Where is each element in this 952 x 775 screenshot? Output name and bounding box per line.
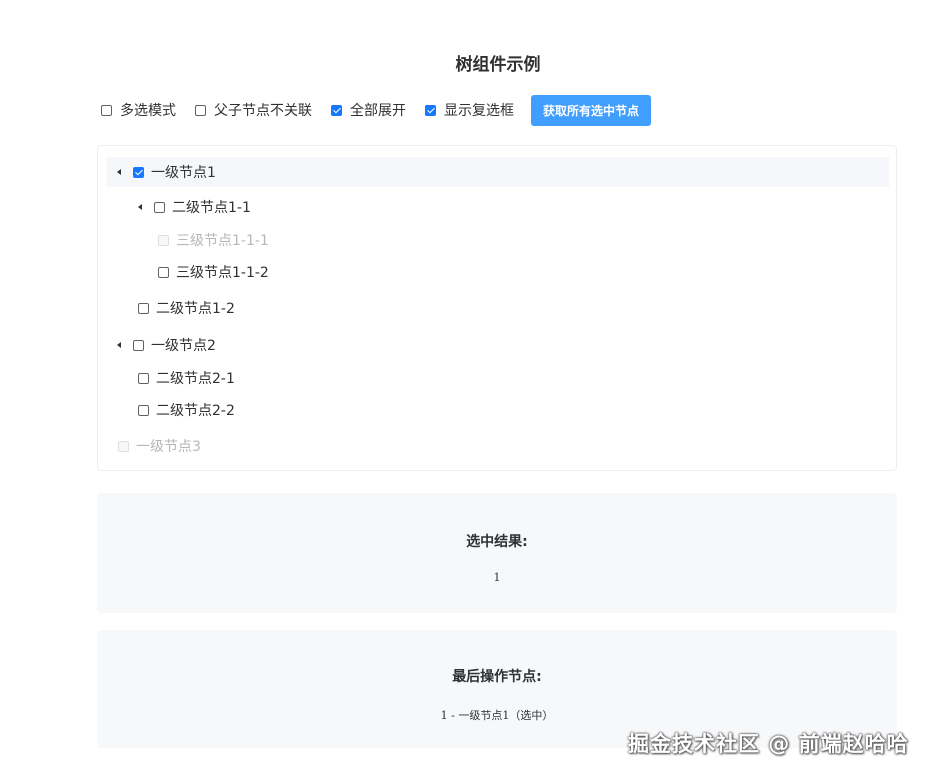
tree-node-label: 三级节点1-1-2 [176, 265, 269, 281]
show-checkbox-checkbox-box[interactable] [425, 104, 436, 116]
caret-expanded-icon[interactable] [138, 204, 142, 210]
tree-node-checkbox [158, 234, 169, 246]
tree-node-1-1-2[interactable]: 三级节点1-1-2 [107, 257, 889, 287]
last-operation-title: 最后操作节点: [452, 669, 542, 685]
expand-all-label: 全部展开 [350, 103, 406, 119]
tree-controls: 多选模式 父子节点不关联 全部展开 显示复选框 获取所有选中节点 [101, 94, 652, 126]
multi-select-checkbox-box[interactable] [101, 104, 112, 116]
tree-node-checkbox[interactable] [133, 166, 144, 178]
tree-node-checkbox[interactable] [154, 201, 165, 213]
get-checked-nodes-button[interactable]: 获取所有选中节点 [531, 94, 652, 126]
multi-select-label: 多选模式 [120, 103, 176, 119]
tree-node-2-2[interactable]: 二级节点2-2 [107, 395, 889, 425]
expand-all-checkbox[interactable]: 全部展开 [331, 100, 406, 120]
tree-node-3: 一级节点3 [107, 431, 889, 461]
tree-node-checkbox[interactable] [138, 302, 149, 314]
selected-result-panel: 选中结果: 1 [97, 493, 897, 613]
tree-node-1-2[interactable]: 二级节点1-2 [107, 293, 889, 323]
caret-expanded-icon[interactable] [117, 342, 121, 348]
show-checkbox-checkbox[interactable]: 显示复选框 [425, 100, 514, 120]
tree-node-checkbox[interactable] [138, 404, 149, 416]
tree-node-2[interactable]: 一级节点2 [107, 330, 889, 360]
tree-node-label: 一级节点2 [151, 338, 216, 354]
tree-node-2-1[interactable]: 二级节点2-1 [107, 363, 889, 393]
tree-node-label: 一级节点1 [151, 165, 216, 181]
tree-node-label: 二级节点1-2 [156, 301, 235, 317]
tree-panel: 一级节点1 二级节点1-1 三级节点1-1-1 三级节点1-1-2 二级节点1-… [97, 145, 897, 471]
selected-result-title: 选中结果: [466, 534, 528, 550]
tree-node-label: 二级节点2-1 [156, 371, 235, 387]
tree-node-checkbox [118, 440, 129, 452]
check-strictly-checkbox[interactable]: 父子节点不关联 [195, 100, 312, 120]
tree-node-checkbox[interactable] [133, 339, 144, 351]
selected-result-value: 1 [493, 571, 501, 584]
show-checkbox-label: 显示复选框 [444, 103, 514, 119]
last-operation-value: 1 - 一级节点1（选中） [440, 709, 554, 722]
multi-select-checkbox[interactable]: 多选模式 [101, 100, 176, 120]
tree-node-1-1-1: 三级节点1-1-1 [107, 225, 889, 255]
page-title: 树组件示例 [455, 55, 541, 75]
tree-node-1[interactable]: 一级节点1 [107, 157, 889, 187]
watermark: 掘金技术社区 @ 前端赵哈哈 [628, 732, 909, 756]
caret-expanded-icon[interactable] [117, 169, 121, 175]
check-strictly-label: 父子节点不关联 [214, 103, 312, 119]
expand-all-checkbox-box[interactable] [331, 104, 342, 116]
tree-node-checkbox[interactable] [158, 266, 169, 278]
check-strictly-checkbox-box[interactable] [195, 104, 206, 116]
tree-node-label: 三级节点1-1-1 [176, 233, 269, 249]
tree-node-label: 一级节点3 [136, 439, 201, 455]
tree-node-checkbox[interactable] [138, 372, 149, 384]
tree-node-label: 二级节点1-1 [172, 200, 251, 216]
tree-node-label: 二级节点2-2 [156, 403, 235, 419]
tree-node-1-1[interactable]: 二级节点1-1 [107, 192, 889, 222]
